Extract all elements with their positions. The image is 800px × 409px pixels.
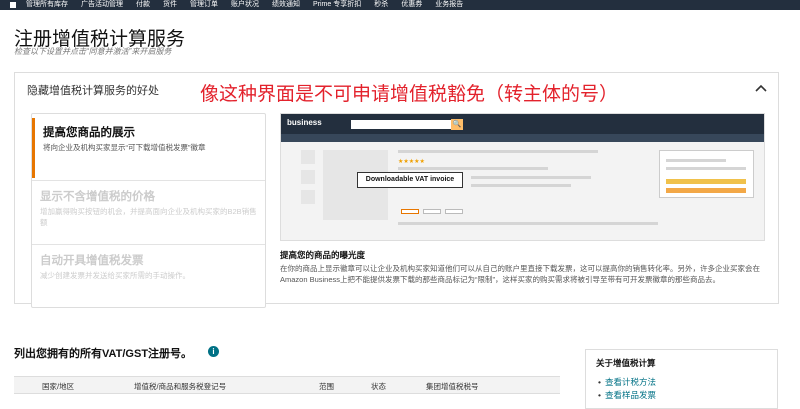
chevron-up-icon[interactable] — [754, 83, 768, 93]
text-line-placeholder — [398, 167, 548, 170]
visibility-description: 在你的商品上显示徽章可以让企业及机构买家知道他们可以从自己的账户里直接下载发票，… — [280, 264, 760, 284]
preview-subnav — [281, 134, 764, 142]
top-nav-bar: 管理所有库存 广告活动管理 付款 货件 管理订单 账户状况 绩效通知 Prime… — [0, 0, 800, 10]
nav-item-orders[interactable]: 管理订单 — [190, 0, 218, 10]
search-icon: 🔍 — [451, 119, 463, 130]
registration-table-header: 国家/地区 增值税/商品和服务税登记号 范围 状态 集团增值税税号 — [14, 376, 560, 394]
vat-invoice-tooltip: Downloadable VAT invoice — [357, 172, 463, 188]
divider — [32, 180, 265, 181]
panel-header[interactable]: 隐藏增值税计算服务的好处 — [27, 82, 159, 98]
text-line-placeholder — [471, 176, 591, 179]
page-subtitle: 检查以下设置并点击“同意并激活”来开启服务 — [14, 47, 172, 56]
benefit-desc: 增加赢得购买按钮的机会，并提高面向企业及机构买家的B2B销售额 — [40, 207, 257, 227]
registration-title: 列出您拥有的所有VAT/GST注册号。 — [14, 348, 193, 360]
nav-item-shipments[interactable]: 货件 — [163, 0, 177, 10]
nav-item-account-health[interactable]: 账户状况 — [231, 0, 259, 10]
buy-box-placeholder — [659, 150, 754, 198]
text-line-placeholder — [666, 159, 726, 162]
business-logo: business — [287, 118, 322, 127]
nav-item-ads[interactable]: 广告活动管理 — [81, 0, 123, 10]
about-vat-box: 关于增值税计算 查看计税方法 查看样品发票 — [585, 349, 778, 409]
text-line-placeholder — [471, 184, 571, 187]
benefits-list: 提高您商品的展示 将向企业及机构买家显示“可下载增值税发票”徽章 显示不含增值税… — [31, 113, 266, 308]
nav-item-deals[interactable]: 秒杀 — [374, 0, 388, 10]
benefit-title: 提高您商品的展示 — [43, 127, 135, 139]
annotation-note: 像这种界面是不可申请增值税豁免（转主体的号） — [200, 84, 619, 105]
benefits-panel: 隐藏增值税计算服务的好处 像这种界面是不可申请增值税豁免（转主体的号） 提高您商… — [14, 72, 779, 308]
benefit-desc: 减少创建发票并发送给买家所需的手动操作。 — [40, 271, 190, 280]
menu-icon[interactable] — [10, 2, 16, 8]
benefit-item-prices[interactable]: 显示不含增值税的价格 增加赢得购买按钮的机会，并提高面向企业及机构买家的B2B销… — [32, 182, 265, 242]
column-header-group-vat: 集团增值税税号 — [426, 382, 479, 391]
title-line-placeholder — [398, 150, 598, 153]
nav-item-inventory[interactable]: 管理所有库存 — [26, 0, 68, 10]
nav-item-performance[interactable]: 绩效通知 — [272, 0, 300, 10]
rating-stars: ★★★★★ — [398, 159, 425, 165]
link-sample-invoice[interactable]: 查看样品发票 — [598, 389, 656, 401]
option-box — [423, 209, 441, 214]
benefit-item-invoices[interactable]: 自动开具增值税发票 减少创建发票并发送给买家所需的手动操作。 — [32, 246, 265, 296]
link-tax-method[interactable]: 查看计税方法 — [598, 376, 656, 388]
preview-search-box — [351, 120, 451, 129]
nav-item-business-reports[interactable]: 业务报告 — [435, 0, 463, 10]
info-icon[interactable]: i — [208, 346, 219, 357]
button-placeholder — [666, 179, 746, 184]
button-placeholder — [666, 188, 746, 193]
column-header-status: 状态 — [371, 382, 386, 391]
benefit-item-visibility[interactable]: 提高您商品的展示 将向企业及机构买家显示“可下载增值税发票”徽章 — [32, 118, 265, 178]
benefit-desc: 将向企业及机构买家显示“可下载增值税发票”徽章 — [43, 143, 206, 152]
option-box — [445, 209, 463, 214]
column-header-vat-number: 增值税/商品和服务税登记号 — [134, 382, 227, 391]
divider — [32, 244, 265, 245]
option-box — [401, 209, 419, 214]
column-header-country: 国家/地区 — [42, 382, 75, 391]
preview-header: business 🔍 — [281, 114, 764, 134]
thumbnail-placeholder — [301, 170, 315, 184]
benefit-title: 显示不含增值税的价格 — [40, 191, 155, 203]
nav-item-coupons[interactable]: 优惠券 — [401, 0, 422, 10]
text-line-placeholder — [398, 222, 658, 225]
nav-item-payments[interactable]: 付款 — [136, 0, 150, 10]
about-vat-title: 关于增值税计算 — [596, 358, 656, 368]
thumbnail-placeholder — [301, 190, 315, 204]
text-line-placeholder — [666, 167, 746, 170]
preview-image: business 🔍 ★★★★★ Downloadable VAT invoic… — [280, 113, 765, 241]
thumbnail-placeholder — [301, 150, 315, 164]
visibility-title: 提高您的商品的曝光度 — [280, 250, 366, 260]
column-header-scope: 范围 — [319, 382, 334, 391]
nav-item-prime-discount[interactable]: Prime 专享折扣 — [313, 0, 361, 10]
benefit-title: 自动开具增值税发票 — [40, 255, 144, 267]
